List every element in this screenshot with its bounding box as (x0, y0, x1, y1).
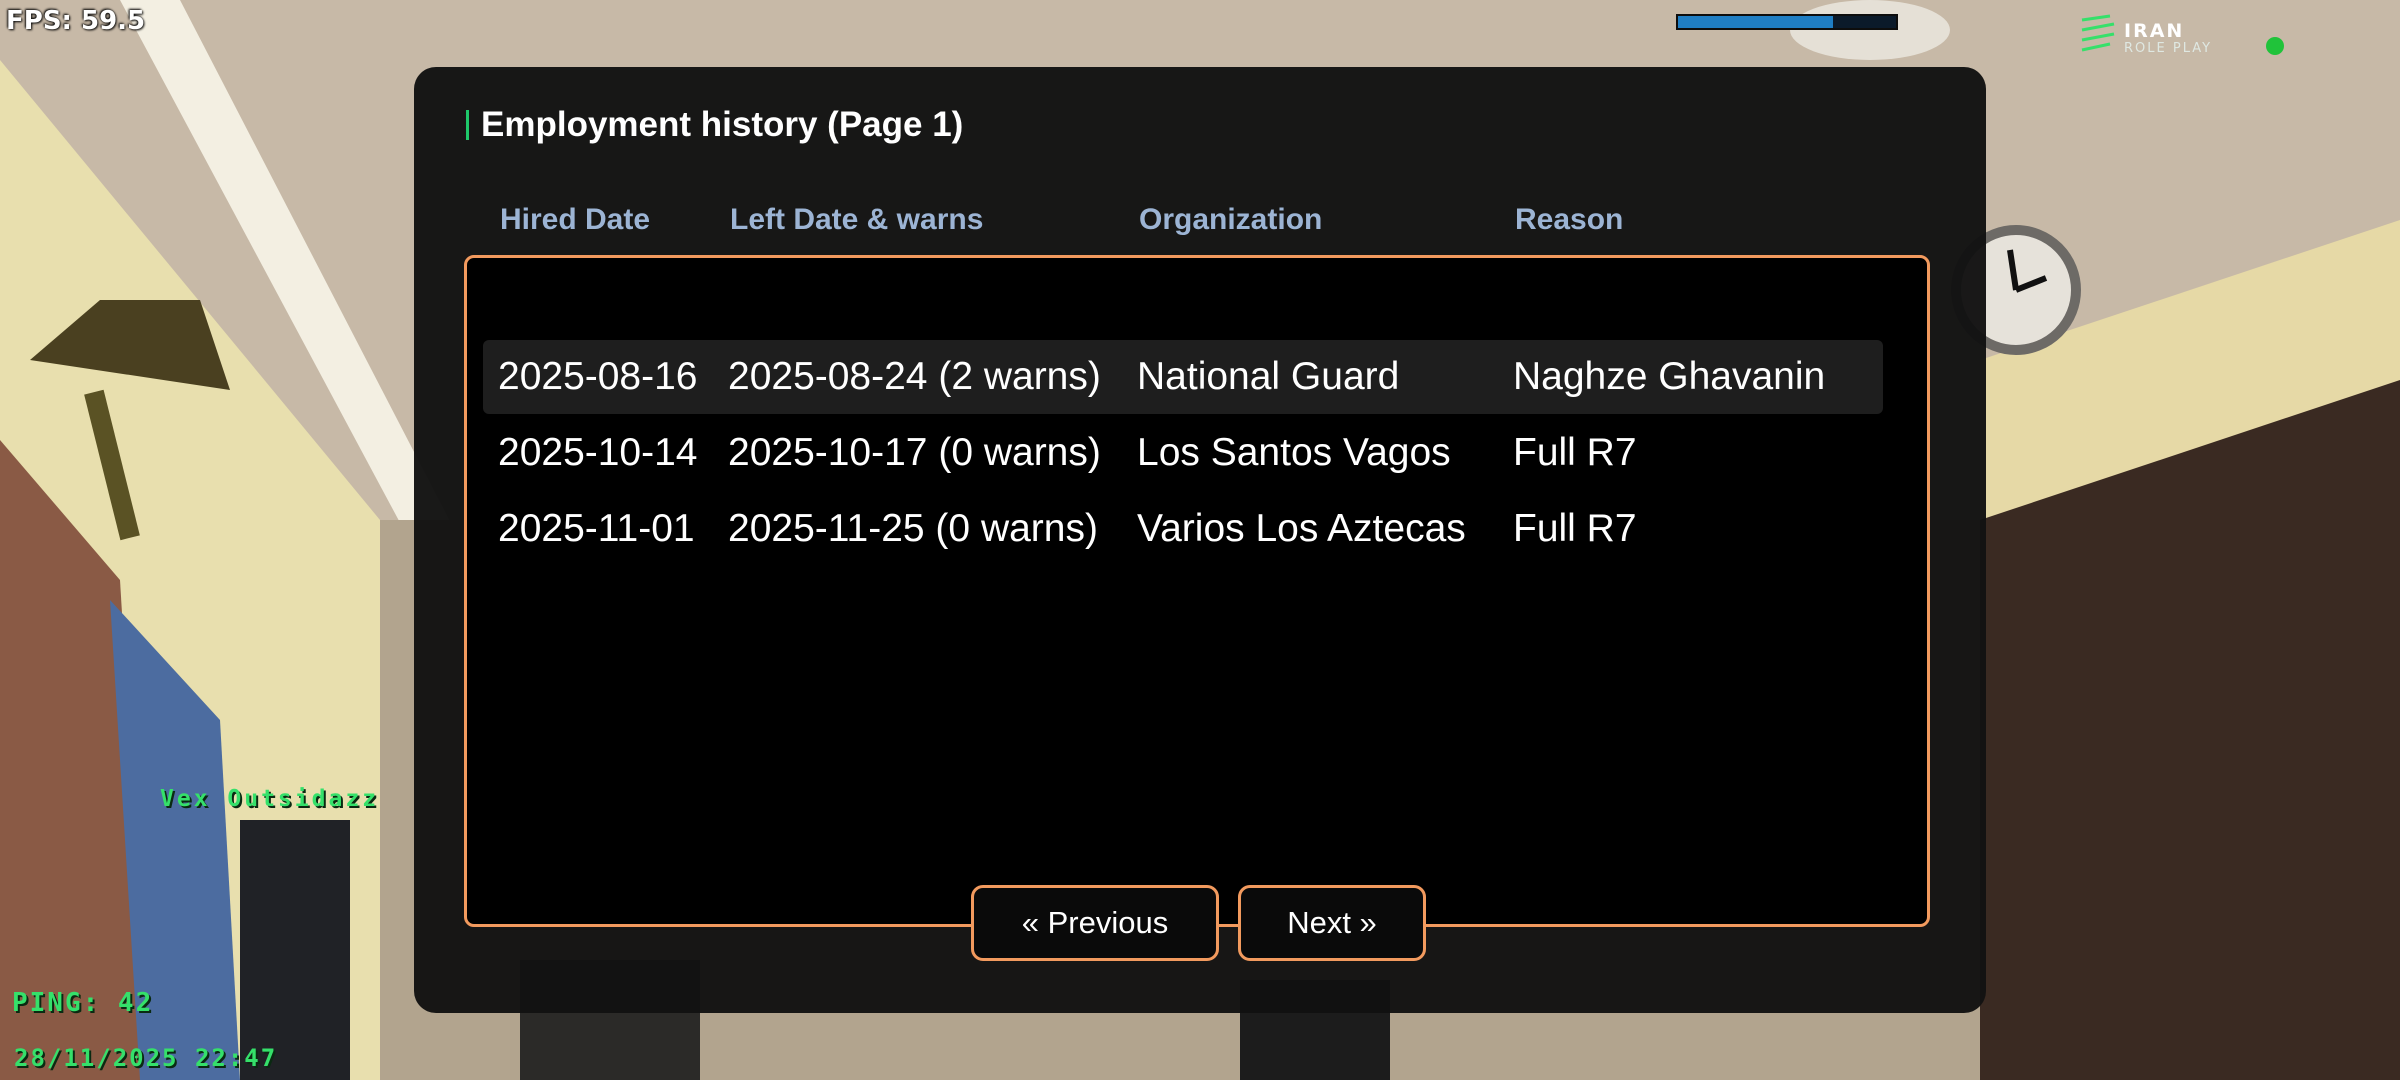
health-bar-fill (1678, 16, 1833, 28)
cell-left-date: 2025-11-25 (0 warns) (728, 507, 1098, 550)
cell-hired-date: 2025-08-16 (498, 355, 698, 398)
cell-reason: Naghze Ghavanin (1513, 355, 1826, 398)
ping-indicator: PING: 42 (12, 988, 154, 1018)
fps-counter: FPS: 59.5 (6, 6, 146, 36)
cell-hired-date: 2025-10-14 (498, 431, 698, 474)
table-row[interactable]: 2025-11-01 2025-11-25 (0 warns) Varios L… (483, 492, 1883, 566)
cell-left-date: 2025-08-24 (2 warns) (728, 355, 1101, 398)
cell-organization: Varios Los Aztecas (1137, 507, 1466, 550)
cell-reason: Full R7 (1513, 431, 1637, 474)
date-time: 28/11/2025 22:47 (14, 1044, 278, 1072)
employment-history-dialog: Employment history (Page 1) Hired Date L… (414, 67, 1986, 1013)
previous-page-button[interactable]: « Previous (971, 885, 1219, 961)
logo-text-primary: IRAN (2124, 20, 2185, 42)
column-header-left-date: Left Date & warns (730, 203, 984, 236)
health-bar (1676, 14, 1898, 30)
logo-text-secondary: ROLE PLAY (2124, 41, 2213, 56)
cell-left-date: 2025-10-17 (0 warns) (728, 431, 1101, 474)
dialog-title-text: Employment history (Page 1) (481, 105, 964, 144)
player-nametag: Vex Outsidazz (160, 786, 380, 812)
cell-organization: Los Santos Vagos (1137, 431, 1451, 474)
cell-organization: National Guard (1137, 355, 1400, 398)
column-header-hired-date: Hired Date (500, 203, 651, 236)
dialog-title: Employment history (Page 1) (466, 105, 963, 145)
column-header-organization: Organization (1139, 203, 1323, 236)
cell-hired-date: 2025-11-01 (498, 507, 695, 550)
next-page-button[interactable]: Next » (1238, 885, 1426, 961)
table-row[interactable]: 2025-10-14 2025-10-17 (0 warns) Los Sant… (483, 416, 1883, 490)
title-accent-bar (466, 110, 469, 140)
history-list[interactable]: 2025-08-16 2025-08-24 (2 warns) National… (464, 255, 1930, 927)
cell-reason: Full R7 (1513, 507, 1637, 550)
column-header-reason: Reason (1515, 203, 1624, 236)
table-row[interactable]: 2025-08-16 2025-08-24 (2 warns) National… (483, 340, 1883, 414)
status-dot-icon (2266, 37, 2284, 55)
